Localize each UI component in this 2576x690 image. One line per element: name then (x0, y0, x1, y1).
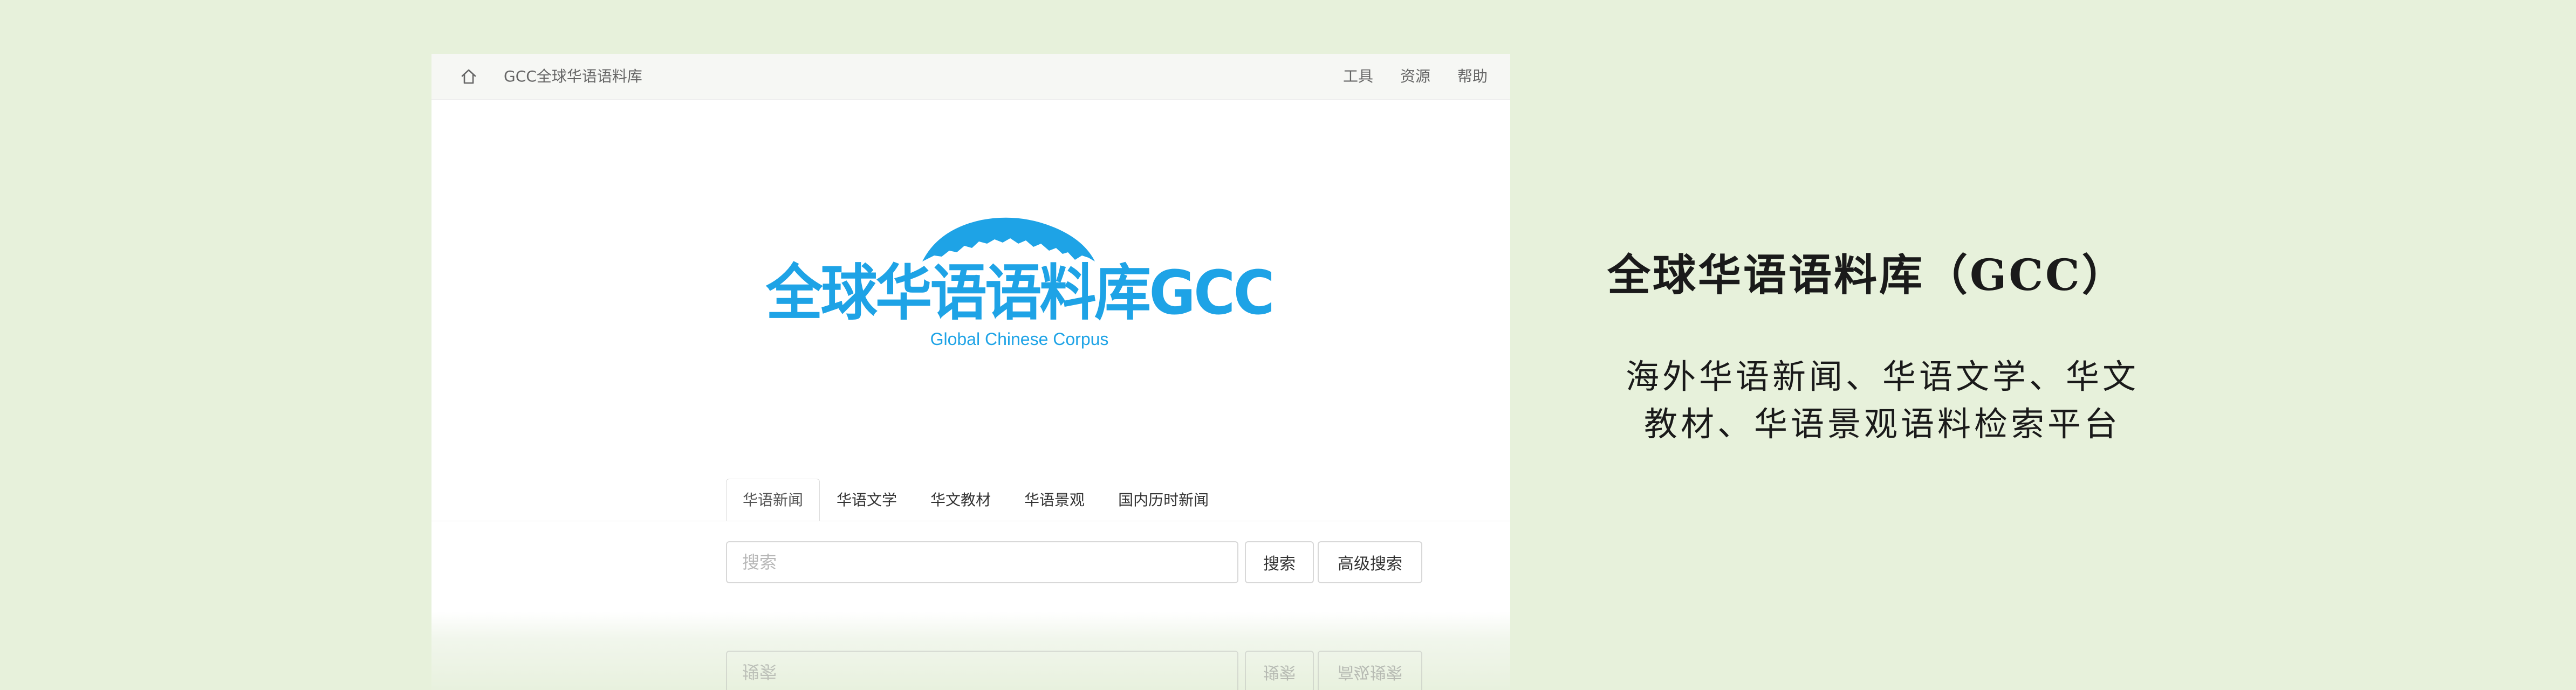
site-name[interactable]: GCC全球华语语料库 (504, 65, 642, 88)
logo-title: 全球华语语料库GCC (765, 258, 1273, 328)
top-links: 工具 资源 帮助 (1343, 65, 1488, 88)
reflection-search-input: 搜索 (726, 651, 1238, 690)
search-input[interactable] (726, 541, 1238, 583)
logo-dome (922, 217, 1095, 261)
corpus-tabs: 华语新闻 华语文学 华文教材 华语景观 国内历时新闻 (726, 479, 1225, 521)
caption-title: 全球华语语料库（GCC） (1607, 250, 2127, 300)
screenshot-window: GCC全球华语语料库 工具 资源 帮助 全球华语语料库GCC Global Ch… (431, 54, 1510, 690)
logo-subtitle: Global Chinese Corpus (930, 329, 1109, 349)
reflection: 搜索 搜索 高级搜索 (431, 612, 1510, 690)
top-navbar: GCC全球华语语料库 工具 资源 帮助 (431, 54, 1510, 100)
home-icon[interactable] (460, 67, 478, 86)
tab-overseas-news[interactable]: 华语新闻 (726, 479, 820, 521)
caption-subtitle-line-1: 海外华语新闻、华语文学、华文 (1625, 357, 2139, 396)
caption-subtitle: 海外华语新闻、华语文学、华文 教材、华语景观语料检索平台 (1580, 353, 2184, 448)
tab-textbooks[interactable]: 华文教材 (914, 479, 1008, 521)
nav-link-resources[interactable]: 资源 (1400, 65, 1430, 88)
gcc-logo: 全球华语语料库GCC Global Chinese Corpus (765, 217, 1275, 349)
nav-link-tools[interactable]: 工具 (1343, 65, 1373, 88)
nav-link-help[interactable]: 帮助 (1457, 65, 1488, 88)
search-button[interactable]: 搜索 (1245, 541, 1314, 583)
tab-literature[interactable]: 华语文学 (820, 479, 914, 521)
advanced-search-button[interactable]: 高级搜索 (1318, 541, 1422, 583)
tab-landscape[interactable]: 华语景观 (1008, 479, 1101, 521)
tab-domestic-news[interactable]: 国内历时新闻 (1101, 479, 1225, 521)
reflection-advanced-button: 高级搜索 (1318, 651, 1422, 690)
reflection-search-button: 搜索 (1245, 651, 1314, 690)
caption-subtitle-line-2: 教材、华语景观语料检索平台 (1643, 404, 2121, 444)
